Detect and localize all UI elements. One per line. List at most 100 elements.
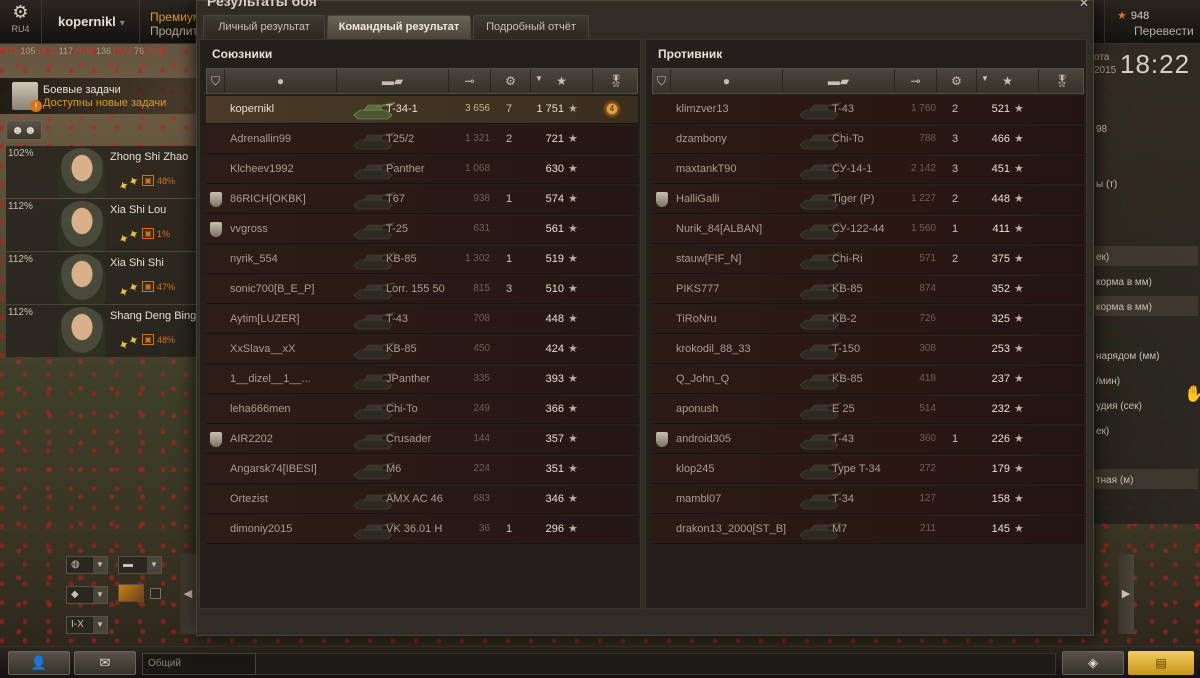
xp-column-header[interactable]: ▼ ★ xyxy=(531,69,593,93)
player-row[interactable]: Adrenallin99 T25/2 1 321 2 721 ★ xyxy=(206,126,638,154)
star-icon: ★ xyxy=(568,103,578,115)
crew-member[interactable]: 102% Zhong Shi Zhao ✦✦ ▣ 48% xyxy=(6,146,196,198)
player-row[interactable]: aponush E 25 514 232 ★ xyxy=(652,396,1084,424)
tank-name: Chi-To xyxy=(386,403,418,415)
xp-value: 630 xyxy=(545,163,564,175)
chevron-down-icon: ▼ xyxy=(93,617,107,633)
crew-toggle-button[interactable]: ☻☻ xyxy=(6,120,42,140)
server-label: RU4 xyxy=(11,24,30,34)
player-row[interactable]: Q_John_Q KB-85 418 237 ★ xyxy=(652,366,1084,394)
player-row[interactable]: klimzver13 T-43 1 760 2 521 ★ xyxy=(652,96,1084,124)
close-icon[interactable]: ✕ xyxy=(1079,0,1089,10)
player-row[interactable]: 1__dizel__1__... JPanther 335 393 ★ xyxy=(206,366,638,394)
camo-filter[interactable] xyxy=(118,584,144,602)
kills-column-header[interactable]: ⚙ xyxy=(937,69,977,93)
tab-detailed[interactable]: Подробный отчёт xyxy=(473,15,589,39)
player-row[interactable]: kopernikl T-34-1 3 656 7 1 751 ★ 4 xyxy=(206,96,638,124)
rank-icon: ✦✦ xyxy=(115,225,142,248)
level-value: I-X xyxy=(71,619,84,630)
player-row[interactable]: 86RICH[OKBK] T67 938 1 574 ★ xyxy=(206,186,638,214)
account-menu[interactable]: kopernikl ▾ xyxy=(44,0,140,44)
player-row[interactable]: drakon13_2000[ST_B] M7 211 145 ★ xyxy=(652,516,1084,544)
player-row[interactable]: Angarsk74[IBESI] M6 224 351 ★ xyxy=(206,456,638,484)
xp-column-header[interactable]: ▼ ★ xyxy=(977,69,1039,93)
player-row[interactable]: sonic700[B_E_P] Lorr. 155 50 815 3 510 ★ xyxy=(206,276,638,304)
kills-value: 2 xyxy=(952,253,959,265)
chat-line[interactable] xyxy=(256,653,1056,675)
tank-name: VK 36.01 H xyxy=(386,523,443,535)
xp-value: 466 xyxy=(991,133,1010,145)
combat-missions[interactable]: ! Боевые задачи Доступны новые задачи xyxy=(0,78,196,114)
notifications-button[interactable]: ▤ xyxy=(1128,651,1194,675)
player-row[interactable]: dzambony Chi-To 788 3 466 ★ xyxy=(652,126,1084,154)
damage-value: 308 xyxy=(919,343,936,354)
kills-value: 3 xyxy=(506,283,513,295)
tank-type-filter[interactable]: ▬ ▼ xyxy=(118,556,162,574)
kills-value: 1 xyxy=(506,193,513,205)
tank-column-header[interactable]: ▬▰ xyxy=(783,69,895,93)
player-row[interactable]: XxSlava__xX KB-85 450 424 ★ xyxy=(206,336,638,364)
star-icon: ★ xyxy=(568,493,578,505)
clan-button[interactable]: ◈ xyxy=(1062,651,1124,675)
player-row[interactable]: Ortezist AMX AC 46 683 346 ★ xyxy=(206,486,638,514)
premium-button[interactable]: Премиум Продлить xyxy=(150,10,200,38)
clan-column-header[interactable]: ⛉ xyxy=(207,69,225,93)
player-row[interactable]: AIR2202 Crusader 144 357 ★ xyxy=(206,426,638,454)
crew-member[interactable]: 112% Shang Deng Bing ✦✦ ▣ 48% xyxy=(6,305,196,357)
stat-line: удия (сек) xyxy=(1096,401,1142,412)
carousel-left-button[interactable]: ◀ xyxy=(180,554,196,634)
gold-balance[interactable]: ★ 948 Перевести xyxy=(1104,0,1200,44)
role-filter[interactable]: ◆ ▼ xyxy=(66,586,108,604)
player-row[interactable]: HalliGalli Tiger (P) 1 227 2 448 ★ xyxy=(652,186,1084,214)
damage-value: 2 142 xyxy=(910,163,936,174)
player-row[interactable]: PIKS777 KB-85 874 352 ★ xyxy=(652,276,1084,304)
stat-line: корма в мм) xyxy=(1096,302,1152,313)
convert-link[interactable]: Перевести xyxy=(1134,24,1200,38)
medals-column-header[interactable]: 🎖 xyxy=(1039,69,1085,93)
clan-column-header[interactable]: ⛉ xyxy=(653,69,671,93)
player-name: XxSlava__xX xyxy=(230,343,296,355)
player-column-header[interactable]: ● xyxy=(225,69,337,93)
tank-column-header[interactable]: ▬▰ xyxy=(337,69,449,93)
player-name: dzambony xyxy=(676,133,727,145)
medal-icon[interactable]: 4 xyxy=(602,99,622,119)
nation-filter[interactable]: ◍ ▼ xyxy=(66,556,108,574)
player-row[interactable]: TiRoNru KB-2 726 325 ★ xyxy=(652,306,1084,334)
contacts-button[interactable]: 👤 xyxy=(8,651,70,675)
tab-team[interactable]: Командный результат xyxy=(327,15,471,39)
damage-value: 224 xyxy=(473,463,490,474)
player-row[interactable]: Nurik_84[ALBAN] СУ-122-44 1 560 1 411 ★ xyxy=(652,216,1084,244)
damage-value: 1 227 xyxy=(910,193,936,204)
chat-channel-input[interactable]: Общий xyxy=(142,653,256,675)
player-row[interactable]: Aytim[LUZER] T-43 708 448 ★ xyxy=(206,306,638,334)
medals-column-header[interactable]: 🎖 xyxy=(593,69,639,93)
damage-column-header[interactable]: ⊸ xyxy=(449,69,491,93)
player-row[interactable]: vvgross T-25 631 561 ★ xyxy=(206,216,638,244)
crew-member[interactable]: 112% Xia Shi Lou ✦✦ ▣ 1% xyxy=(6,199,196,251)
settings-button[interactable]: ⚙ RU4 xyxy=(0,0,42,44)
filter-checkbox[interactable] xyxy=(150,588,161,599)
player-row[interactable]: klop245 Type T-34 272 179 ★ xyxy=(652,456,1084,484)
level-filter[interactable]: I-X ▼ xyxy=(66,616,108,634)
crew-member[interactable]: 112% Xia Shi Shi ✦✦ ▣ 47% xyxy=(6,252,196,304)
shell-icon: ⊸ xyxy=(910,74,921,88)
damage-column-header[interactable]: ⊸ xyxy=(895,69,937,93)
player-row[interactable]: dimoniy2015 VK 36.01 H 36 1 296 ★ xyxy=(206,516,638,544)
player-row[interactable]: nyrik_554 KB-85 1 302 1 519 ★ xyxy=(206,246,638,274)
player-column-header[interactable]: ● xyxy=(671,69,783,93)
carousel-right-button[interactable]: ▶ xyxy=(1118,554,1134,634)
tank-name: СУ-14-1 xyxy=(832,163,873,175)
player-row[interactable]: krokodil_88_33 T-150 308 253 ★ xyxy=(652,336,1084,364)
tab-personal[interactable]: Личный результат xyxy=(203,15,325,39)
player-row[interactable]: android305 T-43 360 1 226 ★ xyxy=(652,426,1084,454)
chat-button[interactable]: ✉ xyxy=(74,651,136,675)
xp-value: 424 xyxy=(545,343,564,355)
gold-icon: ★ xyxy=(1117,10,1127,22)
player-row[interactable]: leha666men Chi-To 249 366 ★ xyxy=(206,396,638,424)
kills-column-header[interactable]: ⚙ xyxy=(491,69,531,93)
player-row[interactable]: maxtankT90 СУ-14-1 2 142 3 451 ★ xyxy=(652,156,1084,184)
player-row[interactable]: mambl07 T-34 127 158 ★ xyxy=(652,486,1084,514)
player-row[interactable]: stauw[FIF_N] Chi-Ri 571 2 375 ★ xyxy=(652,246,1084,274)
player-row[interactable]: Klcheev1992 Panther 1 068 630 ★ xyxy=(206,156,638,184)
enemies-panel: Противник ⛉ ● ▬▰ ⊸ ⚙ ▼ ★ 🎖 klimzver13 T-43… xyxy=(645,39,1087,609)
